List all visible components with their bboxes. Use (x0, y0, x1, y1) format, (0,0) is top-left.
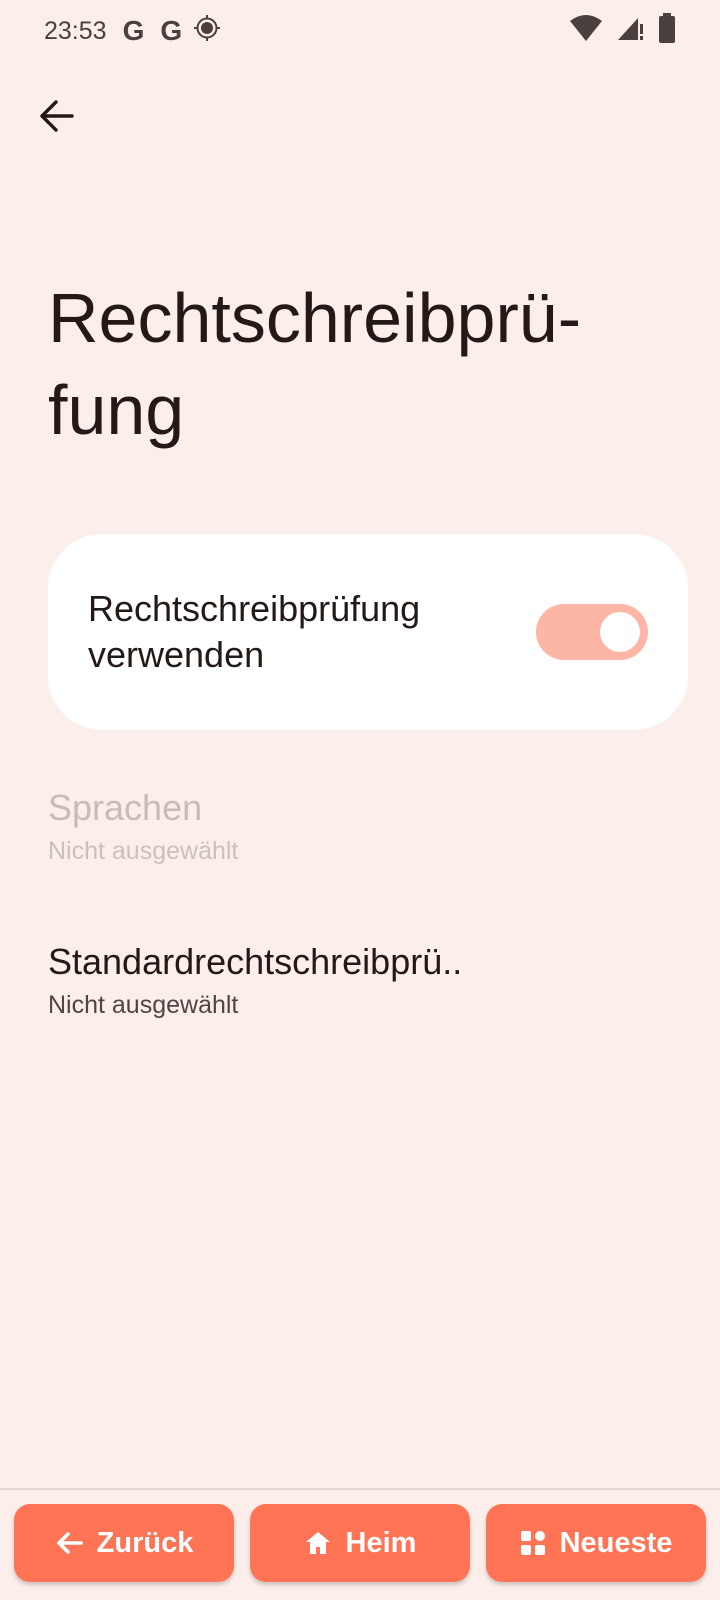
screen: 23:53 G G Rechtschreibprü- fung Rechtsch… (0, 0, 720, 1600)
spellcheck-toggle-label: Rechtschreibprüfung verwenden (88, 588, 421, 675)
apps-grid-icon (520, 1531, 545, 1555)
pref-title: Sprachen (48, 787, 203, 828)
pref-item-default-spellchecker[interactable]: Standardrechtschreibprü.. Nicht ausgewäh… (48, 940, 688, 1022)
bottom-nav-bar: Zurück Heim Neueste (0, 1490, 720, 1600)
pref-summary: Nicht ausgewählt (48, 991, 239, 1019)
page-title: Rechtschreibprü- fung (48, 279, 581, 449)
nav-back-button[interactable]: Zurück (14, 1504, 234, 1582)
spellcheck-toggle-card[interactable]: Rechtschreibprüfung verwenden (48, 534, 688, 730)
nav-home-label: Heim (345, 1526, 417, 1559)
wifi-icon (570, 14, 602, 48)
pref-title: Standardrechtschreibprü.. (48, 941, 463, 982)
nav-home-button[interactable]: Heim (250, 1504, 470, 1582)
pref-summary: Nicht ausgewählt (48, 837, 239, 865)
nav-recent-button[interactable]: Neueste (486, 1504, 706, 1582)
battery-icon (658, 12, 676, 50)
status-left: 23:53 G G (44, 14, 221, 48)
location-icon (194, 14, 221, 48)
google-g-icon: G (160, 15, 183, 46)
spellcheck-switch[interactable] (536, 604, 648, 660)
status-time: 23:53 (44, 16, 107, 45)
nav-back-label: Zurück (96, 1526, 194, 1559)
back-button[interactable] (28, 88, 84, 144)
nav-recent-label: Neueste (559, 1526, 673, 1559)
arrow-left-icon (56, 1532, 83, 1554)
pref-item-languages[interactable]: Sprachen Nicht ausgewählt (48, 786, 688, 868)
status-bar: 23:53 G G (0, 0, 720, 62)
google-g-icon: G (122, 15, 145, 46)
status-right (570, 12, 676, 50)
home-icon (305, 1532, 330, 1554)
arrow-left-icon (40, 100, 74, 132)
switch-thumb (600, 612, 640, 652)
signal-icon (616, 14, 644, 49)
